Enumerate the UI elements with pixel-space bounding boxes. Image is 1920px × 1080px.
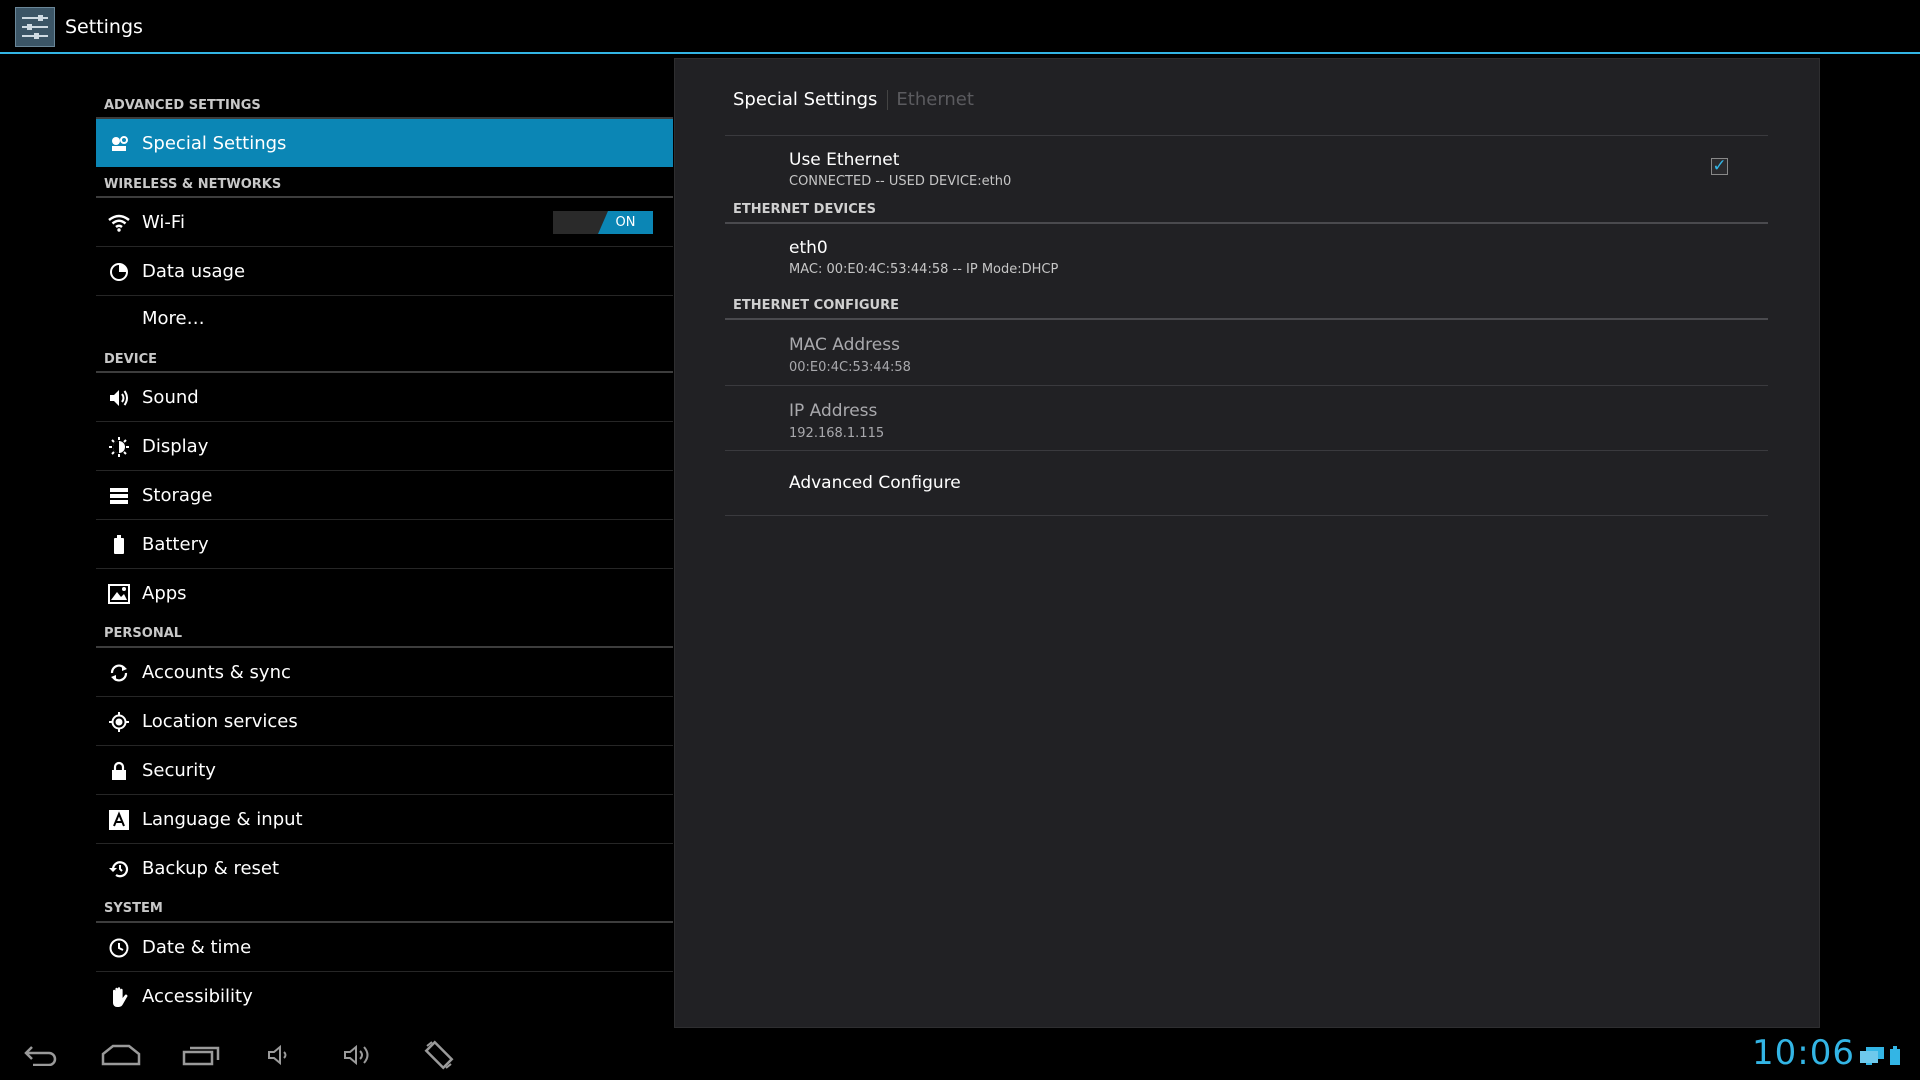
sidebar-item-label: Special Settings: [142, 133, 287, 154]
device-summary: MAC: 00:E0:4C:53:44:58 -- IP Mode:DHCP: [789, 262, 1059, 277]
ethernet-devices-header: ETHERNET DEVICES: [725, 194, 1768, 224]
detail-pane: Special Settings Ethernet Use Ethernet CO…: [674, 58, 1820, 1028]
battery-icon: [108, 534, 130, 556]
rotate-icon[interactable]: [414, 1039, 464, 1071]
location-icon: [108, 711, 130, 733]
sidebar-item-label: More…: [142, 308, 205, 329]
section-header-system: SYSTEM: [96, 893, 673, 923]
sound-icon: [108, 387, 130, 409]
wifi-toggle-on: ON: [598, 211, 653, 234]
breadcrumb-divider: [887, 90, 889, 110]
use-ethernet-checkbox[interactable]: ✓: [1711, 158, 1728, 175]
breadcrumb: Special Settings Ethernet: [733, 89, 974, 110]
display-icon: [108, 436, 130, 458]
sidebar-item-label: Data usage: [142, 261, 246, 282]
data-usage-icon: [108, 261, 130, 283]
sidebar-item-special-settings[interactable]: Special Settings: [96, 119, 673, 167]
use-ethernet-pref[interactable]: Use Ethernet CONNECTED -- USED DEVICE:et…: [725, 135, 1768, 194]
sidebar-item-sound[interactable]: Sound: [96, 373, 673, 422]
ethernet-icon[interactable]: [1858, 1046, 1886, 1071]
clock-icon: [108, 937, 130, 959]
lock-icon: [108, 760, 130, 782]
back-icon[interactable]: [16, 1039, 66, 1071]
sidebar-item-label: Backup & reset: [142, 858, 280, 879]
recent-apps-icon[interactable]: [176, 1039, 226, 1071]
sidebar-item-label: Location services: [142, 711, 298, 732]
ip-address-title: IP Address: [789, 401, 878, 421]
sidebar-item-battery[interactable]: Battery: [96, 520, 673, 569]
sidebar-item-accounts-sync[interactable]: Accounts & sync: [96, 648, 673, 697]
sidebar-item-label: Sound: [142, 387, 199, 408]
sidebar-item-date-time[interactable]: Date & time: [96, 923, 673, 972]
battery-icon[interactable]: [1889, 1046, 1901, 1071]
wifi-icon: [108, 212, 130, 234]
sidebar-item-label: Language & input: [142, 809, 303, 830]
mac-address-title: MAC Address: [789, 335, 900, 355]
sidebar-item-display[interactable]: Display: [96, 422, 673, 471]
sidebar-item-accessibility[interactable]: Accessibility: [96, 972, 673, 1021]
app-title: Settings: [65, 16, 143, 38]
volume-up-icon[interactable]: [334, 1039, 384, 1071]
ethernet-configure-header: ETHERNET CONFIGURE: [725, 292, 1768, 320]
section-header-advanced: ADVANCED SETTINGS: [96, 88, 673, 119]
sidebar-item-label: Storage: [142, 485, 213, 506]
sidebar-item-label: Accounts & sync: [142, 662, 291, 683]
mac-address-value: 00:E0:4C:53:44:58: [789, 360, 911, 375]
wifi-toggle[interactable]: ON: [553, 211, 653, 234]
language-icon: [108, 809, 130, 831]
sidebar-item-label: Wi-Fi: [142, 212, 185, 233]
settings-app-icon[interactable]: [15, 7, 55, 47]
backup-icon: [108, 858, 130, 880]
sidebar-item-label: Date & time: [142, 937, 252, 958]
status-clock: 10:06: [1752, 1033, 1855, 1073]
sidebar-item-security[interactable]: Security: [96, 746, 673, 795]
use-ethernet-title: Use Ethernet: [789, 150, 900, 170]
settings-list: ADVANCED SETTINGS Special Settings WIREL…: [96, 88, 673, 1021]
advanced-configure-pref[interactable]: Advanced Configure: [725, 451, 1768, 516]
sidebar-item-storage[interactable]: Storage: [96, 471, 673, 520]
accessibility-icon: [108, 986, 130, 1008]
apps-icon: [108, 583, 130, 605]
device-title: eth0: [789, 238, 828, 258]
use-ethernet-summary: CONNECTED -- USED DEVICE:eth0: [789, 174, 1012, 189]
sidebar-item-label: Battery: [142, 534, 209, 555]
ethernet-settings: Use Ethernet CONNECTED -- USED DEVICE:et…: [725, 135, 1768, 516]
breadcrumb-ethernet[interactable]: Ethernet: [896, 89, 974, 110]
device-eth0[interactable]: eth0 MAC: 00:E0:4C:53:44:58 -- IP Mode:D…: [725, 224, 1768, 292]
sidebar-item-wifi[interactable]: Wi-Fi ON: [96, 198, 673, 247]
ip-address-value: 192.168.1.115: [789, 426, 885, 441]
home-icon[interactable]: [96, 1039, 146, 1071]
section-header-device: DEVICE: [96, 345, 673, 373]
sidebar-item-language-input[interactable]: Language & input: [96, 795, 673, 844]
volume-down-icon[interactable]: [255, 1039, 305, 1071]
sidebar-item-label: Display: [142, 436, 209, 457]
sync-icon: [108, 662, 130, 684]
sidebar-item-label: Security: [142, 760, 216, 781]
mac-address-pref: MAC Address 00:E0:4C:53:44:58: [725, 320, 1768, 386]
sidebar-item-more[interactable]: More…: [96, 296, 673, 345]
special-settings-icon: [108, 133, 130, 155]
ip-address-pref: IP Address 192.168.1.115: [725, 386, 1768, 451]
sidebar-item-location[interactable]: Location services: [96, 697, 673, 746]
sidebar-item-label: Accessibility: [142, 986, 253, 1007]
navigation-bar: [0, 1030, 1920, 1080]
action-bar: Settings: [0, 0, 1920, 54]
sidebar-item-label: Apps: [142, 583, 187, 604]
section-header-personal: PERSONAL: [96, 618, 673, 648]
storage-icon: [108, 485, 130, 507]
section-header-wireless: WIRELESS & NETWORKS: [96, 167, 673, 198]
sidebar-item-apps[interactable]: Apps: [96, 569, 673, 618]
sidebar-item-data-usage[interactable]: Data usage: [96, 247, 673, 296]
advanced-configure-title: Advanced Configure: [789, 473, 961, 493]
breadcrumb-current[interactable]: Special Settings: [733, 89, 877, 110]
sidebar-item-backup-reset[interactable]: Backup & reset: [96, 844, 673, 893]
